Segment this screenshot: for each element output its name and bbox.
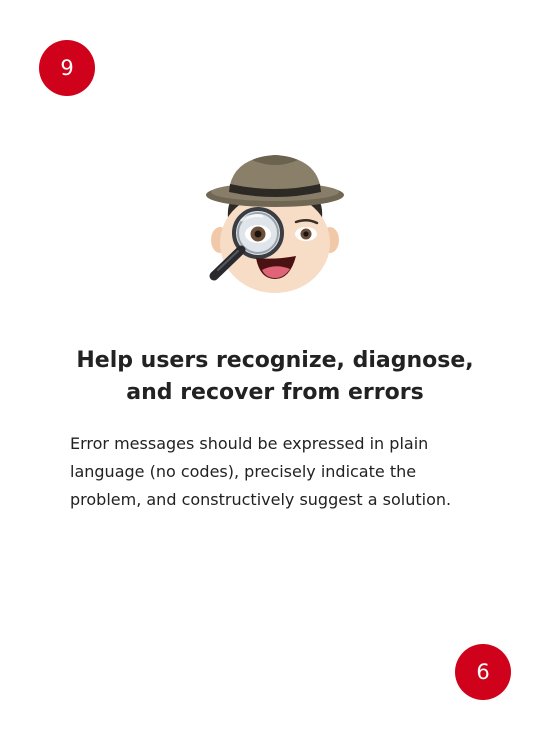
heuristic-description: Error messages should be expressed in pl… xyxy=(70,430,490,514)
detective-icon xyxy=(200,148,350,298)
heuristic-description-line: Error messages should be expressed in pl… xyxy=(70,434,429,453)
heuristic-title-line: Help users recognize, diagnose, xyxy=(76,348,474,373)
card-number-badge-top: 9 xyxy=(39,40,95,96)
heuristic-title-line: and recover from errors xyxy=(126,380,424,405)
heuristic-description-line: problem, and constructively suggest a so… xyxy=(70,490,452,509)
heuristic-description-line: language (no codes), precisely indicate … xyxy=(70,462,417,481)
card-number-badge-bottom: 6 xyxy=(455,644,511,700)
heuristic-title: Help users recognize, diagnose, and reco… xyxy=(40,345,510,409)
